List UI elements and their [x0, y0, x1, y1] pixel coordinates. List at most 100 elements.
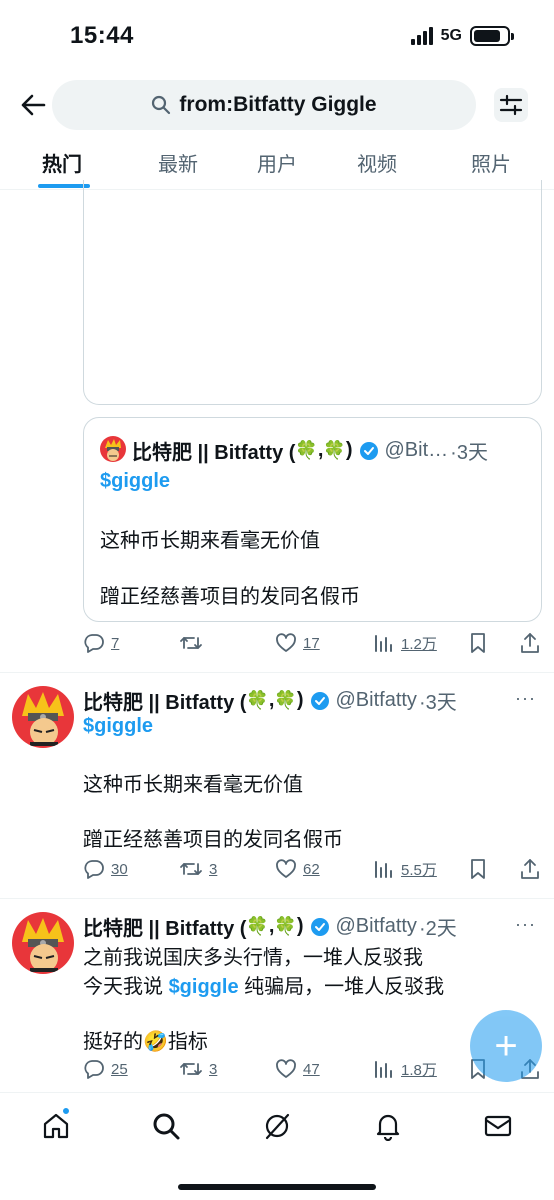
like-icon	[276, 633, 296, 652]
views-icon	[375, 1061, 392, 1078]
repost-count: 3	[209, 860, 218, 878]
tab-people[interactable]: 用户	[257, 148, 297, 177]
post-divider	[0, 672, 554, 673]
views-button[interactable]: 5.5万	[373, 858, 437, 880]
post-author: 比特肥 || Bitfatty ( 🍀, 🍀 ) @Bitfatty ·3天	[83, 686, 457, 715]
notifications-icon	[376, 1114, 400, 1142]
post-text-line: 这种币长期来看毫无价值	[83, 774, 303, 796]
reply-button[interactable]: 25	[83, 1058, 128, 1080]
tab-videos[interactable]: 视频	[357, 148, 397, 177]
author-name-end: )	[296, 915, 304, 937]
post-text-line: 今天我说 $giggle 纯骗局，一堆人反驳我	[83, 970, 444, 999]
cashtag-link[interactable]: $giggle	[169, 976, 239, 998]
repost-button[interactable]: 3	[179, 858, 217, 880]
nav-home[interactable]	[41, 1111, 71, 1141]
clover-emoji: 🍀	[295, 440, 318, 460]
author-handle[interactable]: @Bitfatty	[336, 689, 417, 712]
repost-button[interactable]	[179, 632, 209, 654]
clover-emoji: 🍀	[246, 916, 269, 936]
post-time: ·3天	[418, 692, 457, 714]
post-time: ·3天	[450, 442, 488, 464]
repost-icon	[180, 863, 202, 875]
views-icon	[375, 861, 392, 878]
nav-notifications[interactable]	[373, 1111, 403, 1142]
post-actions: 7 17 1.2万	[83, 632, 542, 660]
like-button[interactable]: 62	[275, 858, 320, 880]
tab-photos[interactable]: 照片	[471, 148, 511, 177]
text-segment: 纯骗局，一堆人反驳我	[238, 976, 445, 998]
text-segment: 指标	[167, 1031, 208, 1053]
nav-grok[interactable]	[262, 1111, 292, 1141]
clover-emoji: 🍀	[274, 916, 297, 936]
views-icon	[375, 635, 392, 652]
search-filter-button[interactable]	[494, 88, 528, 122]
share-icon	[521, 633, 539, 653]
compose-button[interactable]: +	[470, 1010, 542, 1082]
search-input[interactable]: from:Bitfatty Giggle	[52, 80, 476, 130]
author-name-end: )	[345, 439, 353, 461]
nav-messages[interactable]	[483, 1111, 513, 1141]
messages-icon	[484, 1115, 512, 1137]
laughing-emoji: 🤣	[143, 1031, 168, 1053]
quoted-post[interactable]: 比特肥 || Bitfatty ( 🍀, 🍀 ) @Bit… ·3天 $giggl…	[83, 417, 542, 622]
cashtag-link[interactable]: $giggle	[100, 470, 170, 493]
author-name[interactable]: 比特肥 || Bitfatty (	[83, 912, 246, 941]
reply-button[interactable]: 7	[83, 632, 119, 654]
share-button[interactable]	[519, 858, 541, 880]
like-count: 47	[303, 1060, 320, 1078]
like-button[interactable]: 17	[275, 632, 320, 654]
like-icon	[276, 1059, 296, 1078]
views-button[interactable]: 1.2万	[373, 632, 437, 654]
reply-icon	[84, 1060, 104, 1079]
tab-latest[interactable]: 最新	[158, 148, 198, 177]
back-arrow-icon	[21, 94, 46, 116]
compose-icon: +	[494, 1023, 518, 1068]
filter-icon	[499, 94, 523, 116]
author-name: 比特肥 || Bitfatty (	[132, 442, 296, 464]
author-name[interactable]: 比特肥 || Bitfatty (	[83, 686, 246, 715]
post-actions: 30 3 62 5.5万	[83, 858, 542, 886]
share-button[interactable]	[519, 632, 541, 654]
more-options-button[interactable]: ···	[515, 914, 536, 935]
like-button[interactable]: 47	[275, 1058, 320, 1080]
nav-explore[interactable]	[151, 1111, 181, 1141]
post-text-line: 这种币长期来看毫无价值	[100, 530, 320, 552]
text-segment: 挺好的	[83, 1031, 143, 1053]
bookmark-icon	[471, 859, 485, 879]
cashtag-link[interactable]: $giggle	[83, 715, 153, 738]
repost-button[interactable]: 3	[179, 1058, 217, 1080]
bookmark-button[interactable]	[468, 632, 488, 654]
share-icon	[521, 859, 539, 879]
post-text-line: 之前我说国庆多头行情，一堆人反驳我	[83, 947, 423, 969]
status-bar: 15:44 5G	[0, 0, 554, 72]
network-label: 5G	[440, 27, 462, 44]
status-indicators: 5G	[410, 26, 514, 46]
back-button[interactable]	[18, 90, 48, 120]
reply-count: 7	[111, 634, 120, 652]
author-handle[interactable]: @Bitfatty	[336, 915, 417, 938]
signal-icon	[410, 27, 433, 45]
post-text-line: 蹭正经慈善项目的发同名假币	[83, 829, 343, 851]
avatar	[100, 436, 126, 462]
clover-emoji: 🍀	[246, 690, 269, 710]
avatar[interactable]	[12, 686, 74, 748]
verified-icon	[310, 691, 329, 710]
reply-icon	[84, 860, 104, 879]
notification-dot	[62, 1107, 70, 1115]
views-button[interactable]: 1.8万	[373, 1058, 437, 1080]
views-count: 1.2万	[401, 635, 437, 653]
like-count: 62	[303, 860, 320, 878]
more-options-button[interactable]: ···	[515, 688, 536, 709]
post-divider	[0, 898, 554, 899]
reply-button[interactable]: 30	[83, 858, 128, 880]
post-text-line: 挺好的🤣指标	[83, 1025, 208, 1054]
bookmark-button[interactable]	[468, 858, 488, 880]
avatar[interactable]	[12, 912, 74, 974]
text-segment: 今天我说	[83, 976, 169, 998]
reply-icon	[84, 634, 104, 653]
like-count: 17	[303, 634, 320, 652]
search-icon	[152, 95, 171, 115]
post-time: ·2天	[418, 918, 457, 940]
tab-top[interactable]: 热门	[42, 148, 82, 177]
post-media[interactable]	[83, 180, 542, 405]
